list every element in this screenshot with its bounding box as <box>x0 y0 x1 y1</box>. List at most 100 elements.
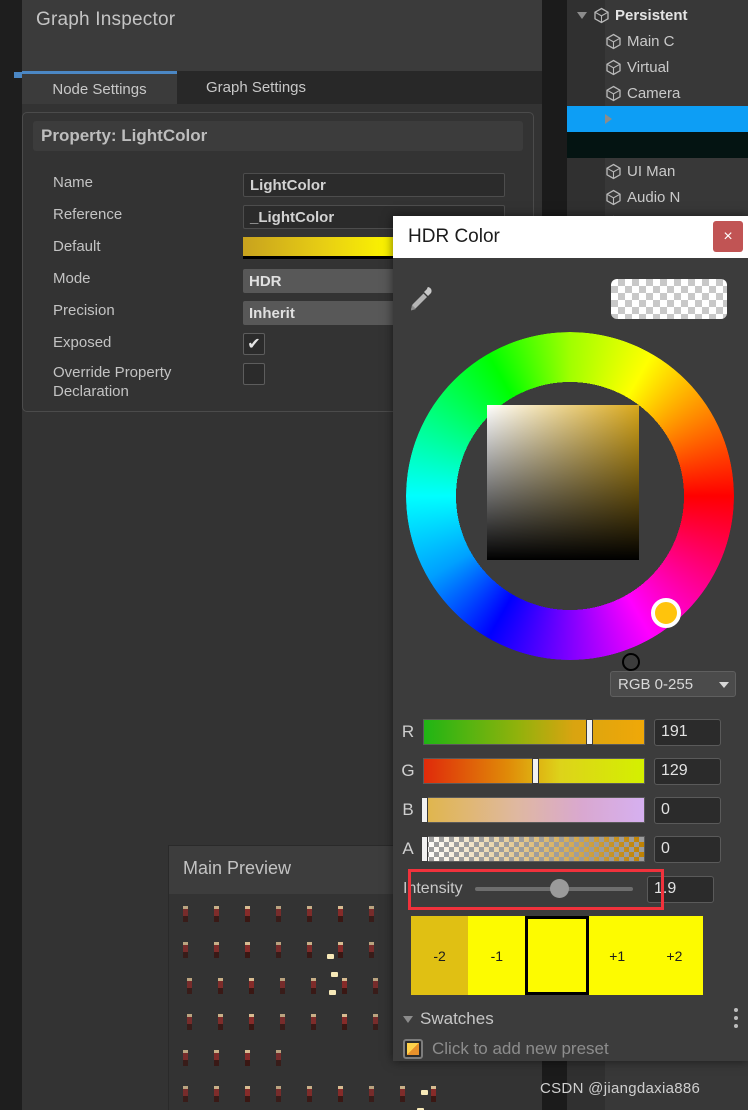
close-icon[interactable]: × <box>713 221 743 252</box>
hierarchy-row-label: Main C <box>627 32 675 50</box>
preview-sprite <box>245 1050 250 1066</box>
intensity-slider-handle[interactable] <box>549 879 569 898</box>
preview-sprite <box>280 978 285 994</box>
preview-sprite <box>311 1014 316 1030</box>
disclosure-right-icon[interactable] <box>605 114 612 124</box>
hierarchy-row-0[interactable]: Persistent <box>567 2 748 28</box>
channel-slider-handle-r[interactable] <box>585 719 593 745</box>
preview-sprite <box>183 1086 188 1102</box>
preview-sprite <box>307 1086 312 1102</box>
channel-slider-g[interactable] <box>423 758 645 784</box>
preview-sprite <box>249 978 254 994</box>
tab-accent-strip <box>14 72 22 78</box>
swatches-section-header[interactable]: Swatches <box>403 1006 738 1032</box>
row-name: Name LightColor <box>53 173 523 197</box>
preview-sprite <box>183 942 188 958</box>
channel-value-r[interactable]: 191 <box>654 718 721 746</box>
preview-sprite <box>369 942 374 958</box>
color-wheel[interactable] <box>403 329 737 663</box>
override-property-declaration-checkbox[interactable] <box>243 363 265 385</box>
preview-sprite <box>369 1086 374 1102</box>
exposed-checkbox[interactable]: ✔ <box>243 333 265 355</box>
dialog-title: HDR Color <box>408 226 500 247</box>
sv-marker-handle[interactable] <box>622 653 640 671</box>
kebab-menu-icon[interactable] <box>734 1008 738 1032</box>
preview-sprite-flash <box>329 990 336 995</box>
preview-sprite <box>249 1014 254 1030</box>
channel-value-g[interactable]: 129 <box>654 757 721 785</box>
preview-sprite-flash <box>421 1090 428 1095</box>
gameobject-cube-icon <box>605 163 627 180</box>
exposure-swatch-1[interactable]: -1 <box>468 916 526 995</box>
eyedropper-icon[interactable] <box>406 284 434 314</box>
channel-row-b: B0 <box>393 794 748 826</box>
intensity-row: Intensity 1.9 <box>393 871 748 907</box>
color-mode-label: RGB 0-255 <box>618 675 694 693</box>
channel-slider-a[interactable] <box>421 836 645 862</box>
gameobject-cube-icon <box>605 59 627 76</box>
color-preview-chip <box>611 279 727 319</box>
preset-swatch-icon <box>403 1039 423 1059</box>
channel-slider-handle-g[interactable] <box>532 758 540 784</box>
exposure-swatch-2[interactable] <box>525 916 589 995</box>
preview-sprite <box>245 906 250 922</box>
hierarchy-row-4[interactable] <box>567 106 748 132</box>
intensity-slider[interactable] <box>475 879 633 898</box>
intensity-label: Intensity <box>403 880 463 897</box>
left-gutter <box>0 0 22 1110</box>
disclosure-down-icon[interactable] <box>577 11 587 19</box>
hierarchy-row-3[interactable]: Camera <box>567 80 748 106</box>
tab-graph-settings[interactable]: Graph Settings <box>177 71 335 104</box>
label-default: Default <box>53 238 101 255</box>
chevron-down-icon <box>719 682 729 688</box>
inspector-header: Graph Inspector <box>22 0 542 71</box>
preview-sprite <box>276 906 281 922</box>
add-preset-label: Click to add new preset <box>432 1039 609 1058</box>
hierarchy-row-1[interactable]: Main C <box>567 28 748 54</box>
inspector-tabbar: Node Settings Graph Settings <box>22 71 542 104</box>
preview-sprite <box>373 978 378 994</box>
exposure-swatch-row: -2 -1 +1 +2 <box>411 916 704 995</box>
label-name: Name <box>53 174 94 191</box>
hierarchy-row-2[interactable]: Virtual <box>567 54 748 80</box>
exposure-swatch-0[interactable]: -2 <box>411 916 469 995</box>
channel-row-a: A0 <box>393 833 748 865</box>
preview-sprite <box>369 906 374 922</box>
hierarchy-row-label: Persistent <box>615 6 688 24</box>
preview-sprite <box>276 1086 281 1102</box>
preview-sprite <box>307 906 312 922</box>
preview-sprite-flash <box>327 954 334 959</box>
hierarchy-row-7[interactable]: Audio N <box>567 184 748 210</box>
preview-sprite <box>373 1014 378 1030</box>
gameobject-cube-icon <box>605 85 627 102</box>
property-title: Property: LightColor <box>33 121 523 151</box>
exposure-swatch-3[interactable]: +1 <box>588 916 646 995</box>
preview-sprite <box>245 1086 250 1102</box>
preview-sprite <box>218 978 223 994</box>
hdr-color-dialog: HDR Color × RGB 0-255 R 191 G 129 B 0 A 0 Inten… <box>393 216 748 1061</box>
hue-marker-handle[interactable] <box>651 598 681 628</box>
channel-value-b[interactable]: 0 <box>654 796 721 824</box>
tab-node-settings[interactable]: Node Settings <box>22 71 177 104</box>
preview-sprite <box>214 1050 219 1066</box>
preview-sprite-flash <box>331 972 338 977</box>
exposure-swatch-4[interactable]: +2 <box>645 916 704 995</box>
intensity-value[interactable]: 1.9 <box>647 875 714 903</box>
channel-slider-handle-b[interactable] <box>421 797 428 823</box>
channel-slider-r[interactable] <box>423 719 645 745</box>
hierarchy-row-5[interactable] <box>567 132 748 158</box>
channel-value-a[interactable]: 0 <box>654 835 721 863</box>
gameobject-cube-icon <box>605 33 627 50</box>
dialog-titlebar: HDR Color × <box>393 216 748 258</box>
preview-sprite <box>183 1050 188 1066</box>
preview-sprite <box>431 1086 436 1102</box>
name-input[interactable]: LightColor <box>243 173 505 197</box>
hierarchy-row-label: UI Man <box>627 162 676 180</box>
color-mode-dropdown[interactable]: RGB 0-255 <box>610 671 736 697</box>
channel-slider-handle-a[interactable] <box>421 836 428 862</box>
hierarchy-row-6[interactable]: UI Man <box>567 158 748 184</box>
triangle-down-icon <box>403 1015 413 1023</box>
saturation-value-square[interactable] <box>487 405 639 560</box>
channel-slider-b[interactable] <box>421 797 645 823</box>
add-preset-row[interactable]: Click to add new preset <box>403 1036 738 1062</box>
